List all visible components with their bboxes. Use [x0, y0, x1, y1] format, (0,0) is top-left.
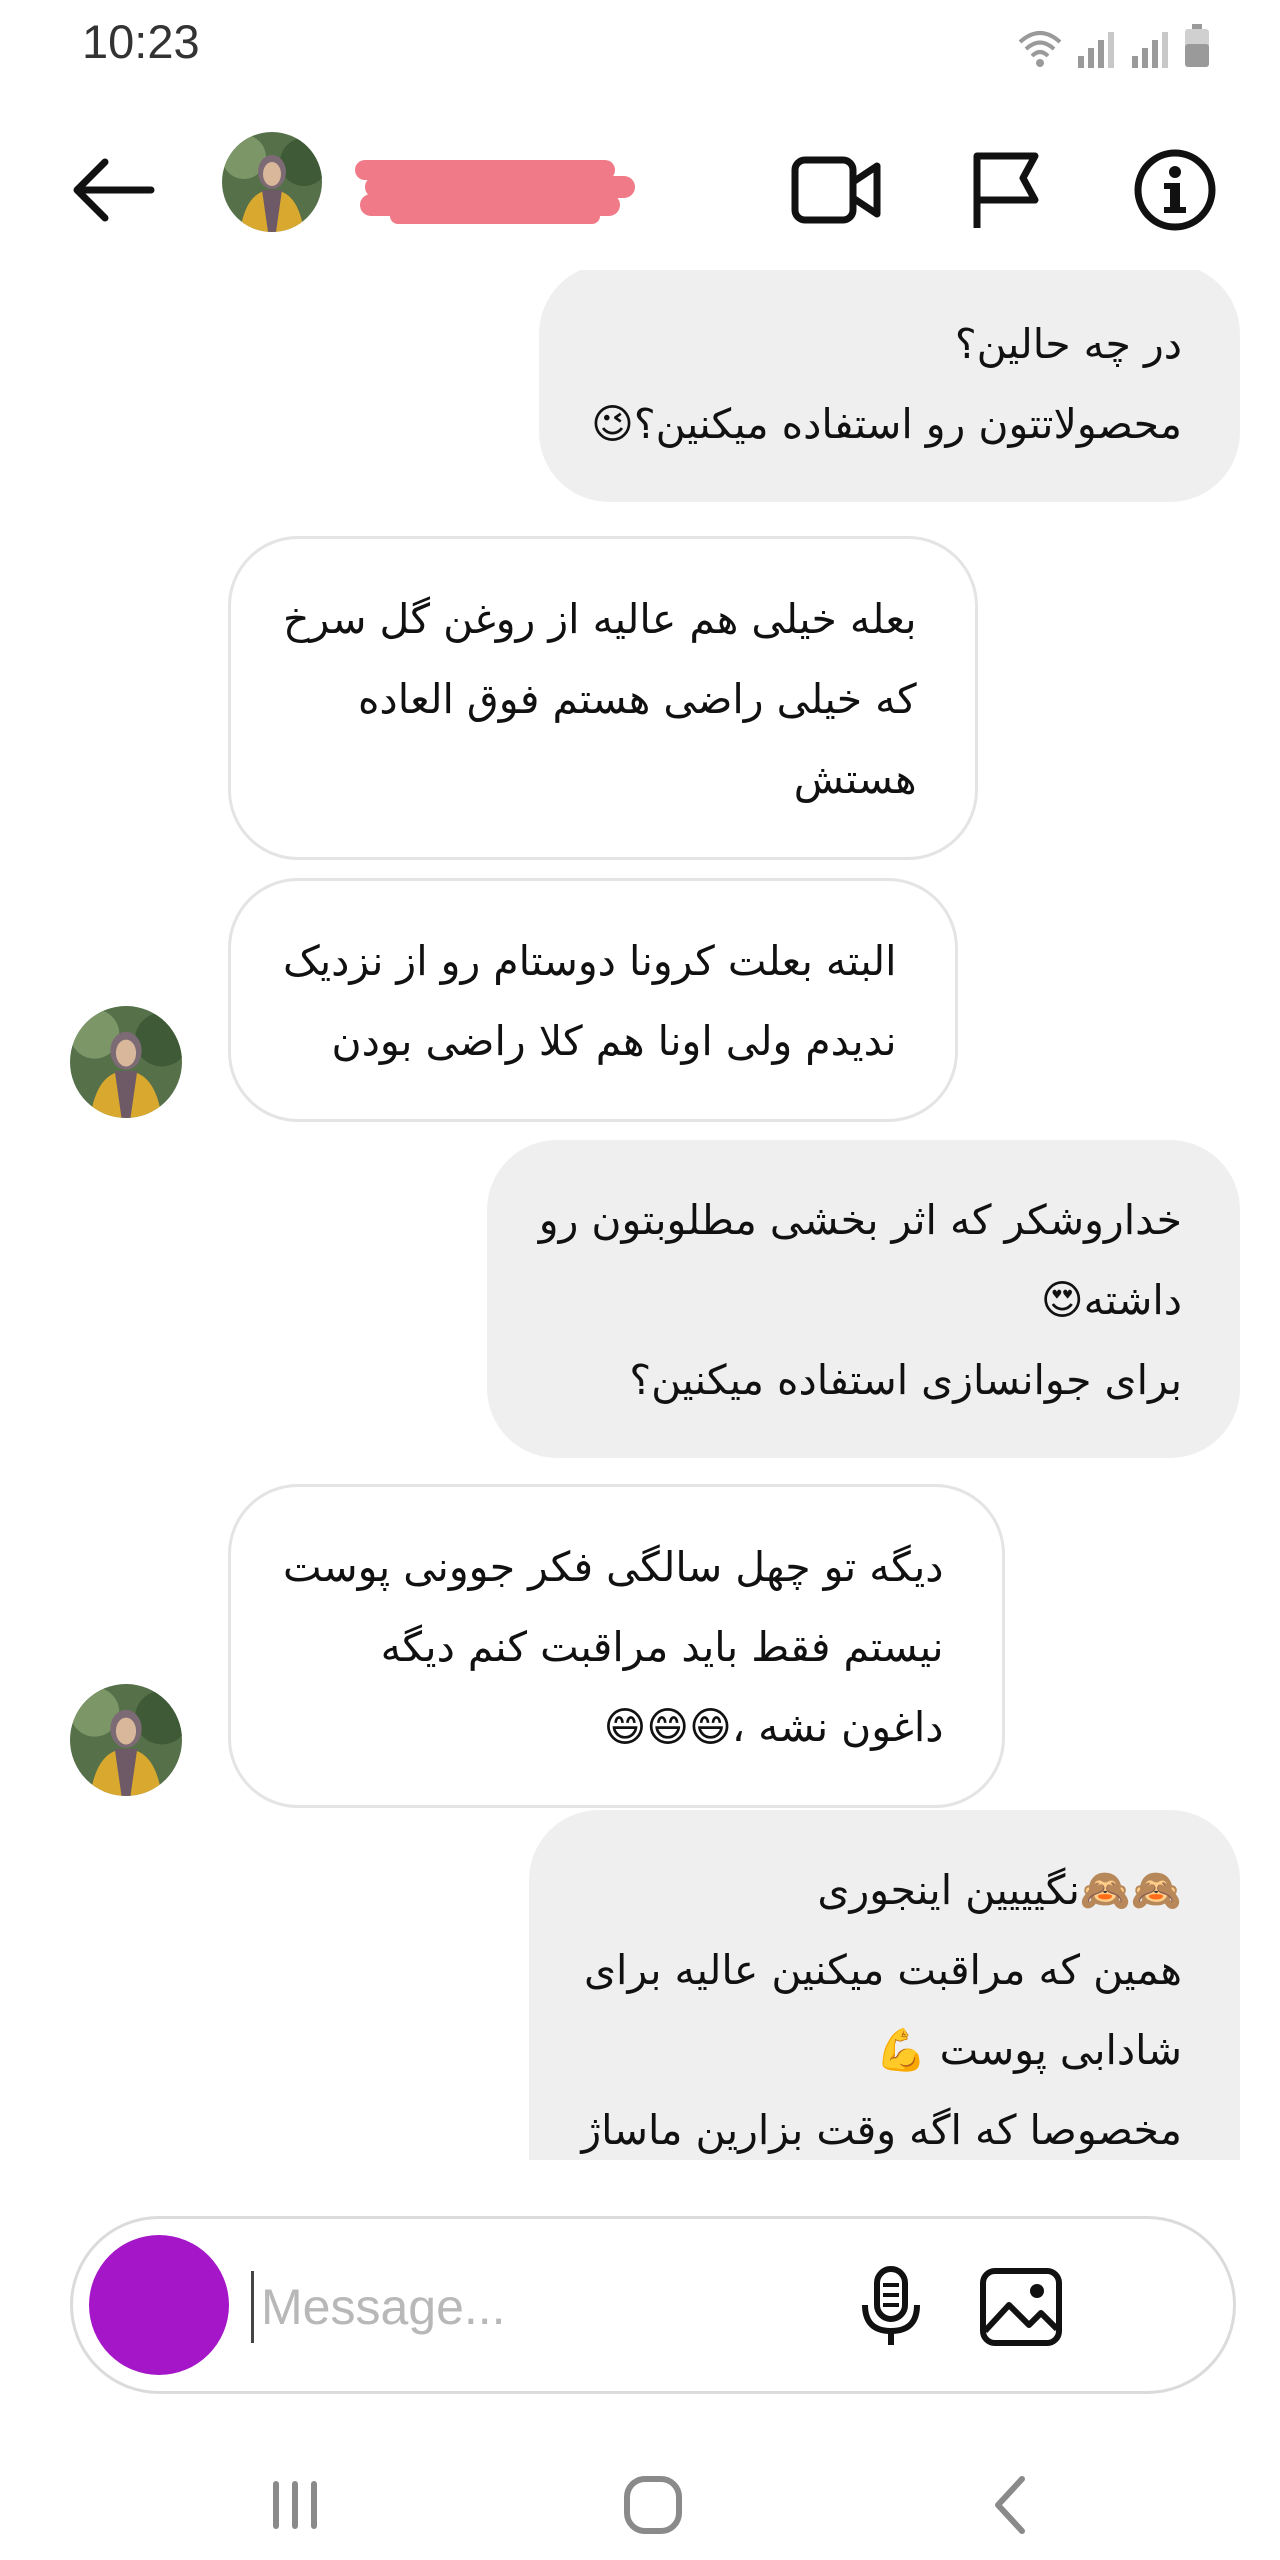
message-text: مخصوصا که اگه وقت بزارین ماساژ [581, 2106, 1182, 2154]
message-text: همین که مراقبت میکنین عالیه برای [583, 1946, 1182, 1994]
recent-apps-icon [273, 2481, 317, 2529]
message-bubble-received[interactable]: البته بعلت کرونا دوستام رو از نزدیک ندید… [228, 878, 958, 1122]
home-button[interactable] [598, 2465, 708, 2545]
message-text: که خیلی راضی هستم فوق العاده [357, 675, 917, 723]
info-icon [1134, 149, 1216, 231]
message-text: برای جوانسازی استفاده میکنین؟ [629, 1356, 1182, 1404]
recent-apps-button[interactable] [240, 2465, 350, 2545]
status-time: 10:23 [82, 15, 200, 68]
avatar-photo [222, 132, 322, 232]
chat-screen: 10:23 در چه حالین؟ محصولاتتون رو استفاده… [0, 0, 1280, 2560]
chat-header [0, 110, 1280, 260]
voice-message-button[interactable] [843, 2259, 939, 2355]
message-bubble-sent[interactable]: خداروشکر که اثر بخشی مطلوبتون رو داشته😍 … [486, 1140, 1240, 1458]
message-text: در چه حالین؟ [954, 320, 1182, 368]
redacted-contact-name [355, 150, 640, 230]
message-text: داشته😍 [1040, 1276, 1182, 1324]
camera-button[interactable] [89, 2235, 229, 2375]
signal-icon [1132, 32, 1168, 68]
message-text: 🙈🙈نگیییین اینجوری [817, 1866, 1182, 1914]
message-text: دیگه تو چهل سالگی فکر جوونی پوست [283, 1543, 944, 1591]
arrow-left-icon [73, 158, 155, 222]
status-icons [1018, 20, 1210, 68]
avatar-photo [70, 1006, 182, 1118]
microphone-icon [862, 2266, 920, 2345]
video-call-button[interactable] [787, 140, 887, 240]
report-flag-button[interactable] [955, 140, 1055, 240]
avatar-photo [70, 1684, 182, 1796]
text-cursor [251, 2271, 254, 2343]
wifi-icon [1018, 31, 1062, 67]
sender-avatar[interactable] [70, 1684, 182, 1796]
message-text: محصولاتتون رو استفاده میکنین؟😉 [591, 400, 1182, 448]
info-button[interactable] [1125, 140, 1225, 240]
home-icon [624, 2476, 682, 2534]
system-nav-bar [0, 2440, 1280, 2560]
message-text: بعله خیلی هم عالیه از روغن گل سرخ [283, 595, 917, 643]
video-call-icon [791, 156, 881, 224]
contact-avatar[interactable] [222, 132, 322, 232]
message-bubble-received[interactable]: دیگه تو چهل سالگی فکر جوونی پوست نیستم ف… [228, 1484, 1005, 1808]
message-text: داغون نشه ،😄😄😄 [603, 1703, 944, 1751]
message-bubble-received[interactable]: بعله خیلی هم عالیه از روغن گل سرخ که خیل… [228, 536, 978, 860]
message-bubble-sent[interactable]: در چه حالین؟ محصولاتتون رو استفاده میکنی… [539, 270, 1240, 502]
message-text: نیستم فقط باید مراقبت کنم دیگه [380, 1623, 944, 1671]
message-list[interactable]: در چه حالین؟ محصولاتتون رو استفاده میکنی… [0, 270, 1280, 2160]
sender-avatar[interactable] [70, 1006, 182, 1118]
battery-icon [1185, 24, 1209, 67]
message-text: خداروشکر که اثر بخشی مطلوبتون رو [538, 1196, 1182, 1244]
flag-icon [973, 152, 1039, 228]
message-text: هستش [793, 755, 917, 803]
message-text: ندیدم ولی اونا هم کلا راضی بودن [331, 1017, 897, 1065]
back-nav-icon [995, 2476, 1025, 2534]
message-input[interactable] [261, 2265, 781, 2349]
signal-icon [1078, 32, 1114, 68]
message-text: شادابی پوست 💪 [875, 2026, 1182, 2074]
status-bar: 10:23 [0, 0, 1280, 90]
message-composer [70, 2216, 1236, 2394]
gallery-button[interactable] [973, 2259, 1069, 2355]
back-button[interactable] [68, 150, 158, 230]
gallery-icon [980, 2268, 1062, 2346]
message-text: البته بعلت کرونا دوستام رو از نزدیک [283, 937, 897, 985]
back-nav-button[interactable] [955, 2465, 1065, 2545]
message-bubble-sent[interactable]: 🙈🙈نگیییین اینجوری همین که مراقبت میکنین … [529, 1810, 1240, 2160]
